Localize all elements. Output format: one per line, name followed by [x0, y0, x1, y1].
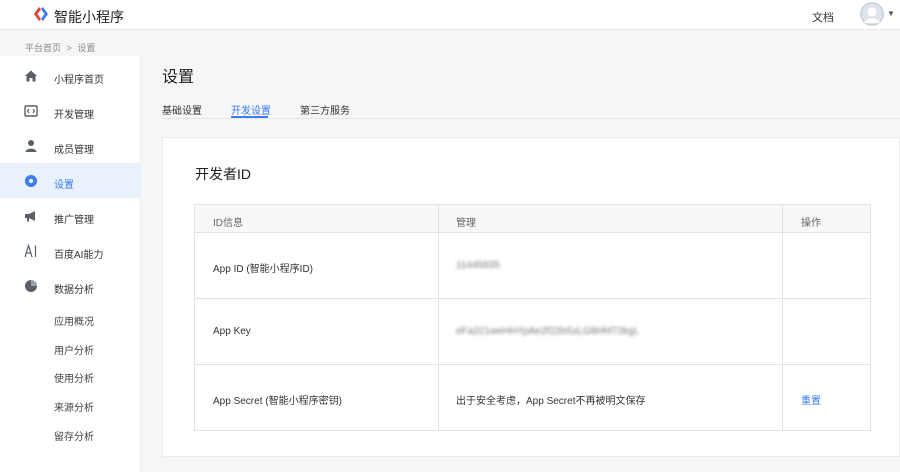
chevron-down-icon[interactable]: ▼ — [887, 9, 895, 18]
pie-chart-icon — [25, 280, 37, 292]
row-name-app-id: App ID (智能小程序ID) — [213, 264, 314, 275]
sidebar-item-label: 开发管理 — [54, 110, 94, 121]
row-divider — [195, 364, 870, 365]
developer-id-card: 开发者ID ID信息 管理 操作 App ID (智能小程序ID) 114458… — [162, 137, 900, 457]
row-name-app-key: App Key — [213, 326, 251, 337]
breadcrumb: 平台首页 > 设置 — [25, 41, 98, 54]
top-bar: 智能小程序 文档 ▼ — [0, 0, 900, 30]
row-name-app-secret: App Secret (智能小程序密钥) — [213, 396, 342, 407]
ai-icon — [24, 244, 37, 258]
developer-id-table: ID信息 管理 操作 App ID (智能小程序ID) 11445835 App… — [194, 204, 871, 431]
row-value-app-id: 11445835 — [456, 260, 500, 271]
reset-secret-link[interactable]: 重置 — [801, 392, 821, 407]
home-icon — [25, 70, 37, 82]
brand-name[interactable]: 智能小程序 — [54, 7, 124, 27]
tab-basic-settings[interactable]: 基础设置 — [162, 102, 202, 117]
avatar-icon — [860, 2, 884, 26]
row-value-app-secret: 出于安全考虑，App Secret不再被明文保存 — [456, 396, 646, 407]
settings-icon — [25, 175, 37, 187]
docs-link[interactable]: 文档 — [812, 9, 834, 25]
sidebar-subitem-overview[interactable]: 应用概况 — [54, 313, 94, 328]
tab-bar: 基础设置 开发设置 第三方服务 — [162, 99, 900, 119]
section-title: 开发者ID — [195, 166, 251, 182]
breadcrumb-current: 设置 — [77, 43, 96, 53]
sidebar-item-settings[interactable]: 设置 — [0, 163, 141, 198]
sidebar-item-promotion[interactable]: 推广管理 — [0, 198, 141, 233]
avatar[interactable] — [860, 2, 884, 26]
sidebar-item-label: 推广管理 — [54, 215, 94, 226]
code-icon — [24, 105, 38, 117]
sidebar-subitem-sources[interactable]: 来源分析 — [54, 399, 94, 414]
user-icon — [25, 140, 37, 152]
row-value-app-key: eFa221weHHYpAe2f22bSxLG8Hhf72kgL — [456, 326, 640, 337]
tab-active-indicator — [231, 116, 268, 118]
breadcrumb-separator: > — [66, 43, 72, 53]
column-header-manage: 管理 — [456, 218, 476, 229]
sidebar-subitem-retention[interactable]: 留存分析 — [54, 428, 94, 443]
sidebar-item-label: 数据分析 — [54, 285, 94, 296]
table-header: ID信息 管理 操作 — [195, 205, 870, 233]
sidebar-item-label: 百度AI能力 — [54, 250, 104, 261]
sidebar: 小程序首页 开发管理 成员管理 设置 推广管理 百度AI能力 数据分析 应用概况… — [0, 56, 141, 472]
sidebar-item-ai[interactable]: 百度AI能力 — [0, 233, 141, 268]
column-divider — [782, 205, 783, 430]
logo-icon[interactable] — [32, 5, 50, 23]
row-divider — [195, 298, 870, 299]
tab-dev-settings[interactable]: 开发设置 — [231, 102, 271, 117]
column-header-action: 操作 — [801, 218, 821, 229]
tab-third-party[interactable]: 第三方服务 — [300, 102, 350, 117]
column-divider — [438, 205, 439, 430]
column-header-id-info: ID信息 — [213, 218, 243, 229]
sidebar-subitem-usage[interactable]: 使用分析 — [54, 370, 94, 385]
sidebar-item-dev[interactable]: 开发管理 — [0, 93, 141, 128]
sidebar-item-analytics[interactable]: 数据分析 — [0, 268, 141, 303]
page-title: 设置 — [162, 69, 195, 86]
breadcrumb-home[interactable]: 平台首页 — [25, 43, 61, 53]
sidebar-item-label: 小程序首页 — [54, 75, 104, 86]
sidebar-subitem-users[interactable]: 用户分析 — [54, 342, 94, 357]
sidebar-item-members[interactable]: 成员管理 — [0, 128, 141, 163]
sidebar-item-label: 设置 — [54, 180, 74, 191]
sidebar-item-label: 成员管理 — [54, 145, 94, 156]
sidebar-item-home[interactable]: 小程序首页 — [0, 58, 141, 93]
megaphone-icon — [25, 211, 35, 222]
